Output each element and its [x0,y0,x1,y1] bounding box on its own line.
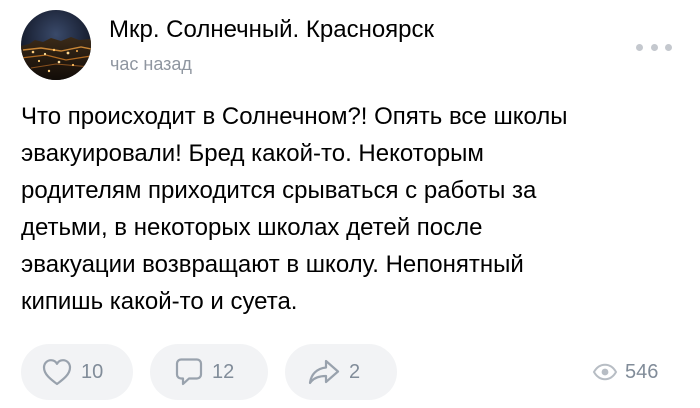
post-text-line: эвакуации возвращают в школу. Непонятный [21,251,524,278]
post-card: Мкр. Солнечный. Красноярск час назад Что… [0,0,700,408]
share-count: 2 [349,360,361,383]
comment-button[interactable]: 12 [150,344,268,400]
post-text-line: детьми, в некоторых школах детей после [21,214,483,241]
share-icon [308,359,340,385]
comment-count: 12 [212,360,235,383]
more-horizontal-icon[interactable] [636,40,672,54]
views-count: 546 [625,360,659,383]
avatar-image [21,10,91,80]
more-dot [636,43,643,51]
eye-icon [592,363,618,381]
comment-icon [175,358,203,386]
heart-icon [42,359,72,386]
community-name[interactable]: Мкр. Солнечный. Красноярск [109,15,434,45]
more-dot [665,43,672,51]
avatar[interactable] [21,10,91,80]
post-text: Что происходит в Солнечном?! Опять все ш… [21,98,691,320]
post-text-line: Что происходит в Солнечном?! Опять все ш… [21,103,568,130]
post-text-line: родителям приходится срываться с работы … [21,177,537,204]
more-dot [650,43,658,51]
like-button[interactable]: 10 [21,344,133,400]
post-text-line: кипишь какой-то и суета. [21,288,298,315]
post-text-line: эвакуировали! Бред какой-то. Некоторым [21,140,484,167]
post-timestamp[interactable]: час назад [110,53,192,75]
like-count: 10 [81,360,104,383]
share-button[interactable]: 2 [285,344,397,400]
views-counter: 546 [592,357,658,387]
